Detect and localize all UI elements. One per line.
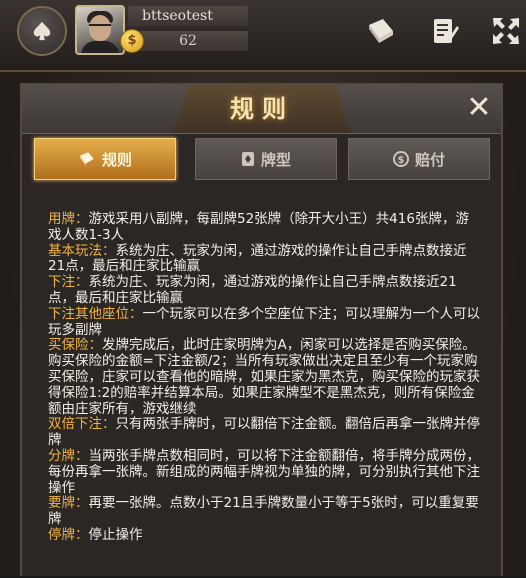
rule-item: 要牌：再要一张牌。点数小于21且手牌数量小于等于5张时，可以重复要牌 [48,495,479,528]
payout-icon: $ [392,151,409,167]
tab-bar: 规则 牌型 $ 赔付 [34,138,494,184]
tab-hand-types[interactable]: 牌型 [195,138,337,180]
rule-item: 下注：系统为庄、玩家为闲，通过游戏的操作让自己手牌点数接近21点，最后和庄家比输… [48,274,457,306]
tab-label: 规则 [101,150,132,169]
rule-item: 买保险：发牌完成后，此时庄家明牌为A，闲家可以选择是否购买保险。购买保险的金额=… [48,337,480,417]
avatar[interactable] [75,5,125,55]
spade-icon [33,21,51,41]
rule-item: 基本玩法：系统为庄、玩家为闲，通过游戏的操作让自己手牌点数接近21点，最后和庄家… [48,242,467,275]
fullscreen-icon [493,18,519,44]
rule-item: 用牌：游戏采用八副牌，每副牌52张牌（除开大小王）共416张牌，游戏人数1-3人 [48,211,469,243]
tab-label: 牌型 [260,150,291,169]
tab-payout[interactable]: $ 赔付 [348,138,490,180]
tab-label: 赔付 [414,150,445,169]
rule-item: 停牌：停止操作 [48,526,143,543]
card-icon [241,152,254,166]
rule-item: 下注其他座位：一个玩家可以在多个空座位下注；可以理解为一个人可以玩多副牌 [48,305,480,338]
top-bar: bttseotest 62 $ [0,0,526,72]
back-button[interactable] [17,6,67,56]
book-icon [80,152,94,166]
rules-content: 用牌：游戏采用八副牌，每副牌52张牌（除开大小王）共416张牌，游戏人数1-3人… [48,211,480,578]
close-button[interactable]: ✕ [462,91,496,125]
rules-dialog: 规则 ✕ 规则 牌型 $ 赔付 用牌：游戏采用八副牌，每副牌52张牌（除开大小王… [20,83,503,576]
rule-item: 分牌：当两张手牌点数相同时，可以将下注金额翻倍，将手牌分成两份，每份再拿一张牌。… [48,447,480,496]
username: bttseotest [128,6,248,26]
book-icon [369,19,393,43]
history-button[interactable] [428,14,462,48]
rule-item: 双倍下注：只有两张手牌时，可以翻倍下注金额。翻倍后再拿一张牌并停牌 [48,416,480,449]
tab-rules[interactable]: 规则 [34,138,176,180]
notepad-icon [434,19,459,43]
rules-book-button[interactable] [364,14,398,48]
close-icon: ✕ [466,90,492,125]
dialog-title-bar: 规则 ✕ [22,85,501,134]
svg-text:$: $ [398,155,405,166]
coin-icon: $ [120,29,144,53]
coin-balance: 62 [128,31,248,51]
fullscreen-button[interactable] [489,14,523,48]
dialog-title: 规则 [230,94,294,123]
